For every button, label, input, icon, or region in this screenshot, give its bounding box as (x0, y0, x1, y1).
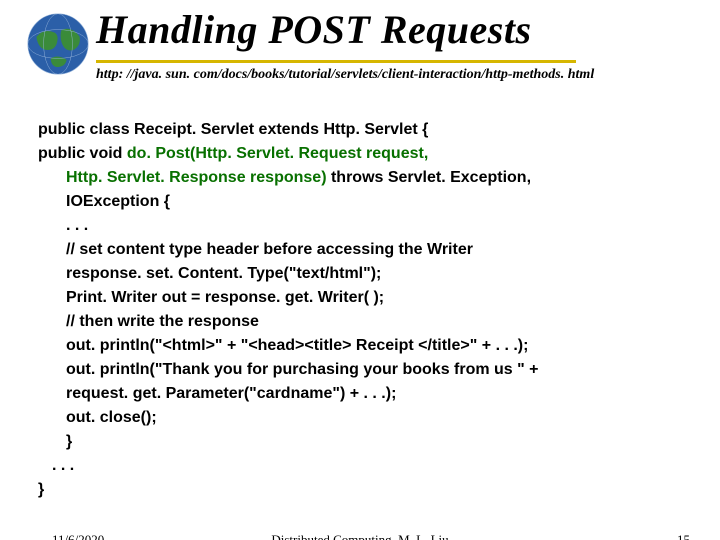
code-line: out. close(); (66, 409, 157, 426)
code-keyword: do. Post(Http. Servlet. Request request, (127, 145, 428, 162)
code-keyword: Http. Servlet. Response response) (66, 169, 327, 186)
code-line: response. set. Content. Type("text/html"… (66, 265, 381, 282)
code-line: public void (38, 145, 127, 162)
code-line: request. get. Parameter("cardname") + . … (66, 385, 396, 402)
title-underline (96, 60, 576, 63)
code-line: out. println("Thank you for purchasing y… (66, 361, 539, 378)
code-line: . . . (66, 217, 88, 234)
code-line: public class Receipt. Servlet extends Ht… (38, 121, 428, 138)
code-line: out. println("<html>" + "<head><title> R… (66, 337, 528, 354)
slide-title: Handling POST Requests (96, 6, 532, 53)
code-line: } (38, 481, 44, 498)
globe-icon (22, 8, 94, 80)
code-line: // then write the response (66, 313, 259, 330)
code-line: . . . (52, 457, 74, 474)
code-line: Print. Writer out = response. get. Write… (66, 289, 384, 306)
footer-page-number: 15 (677, 532, 690, 540)
code-line: throws Servlet. Exception, (327, 169, 532, 186)
slide-subtitle: http: //java. sun. com/docs/books/tutori… (96, 66, 616, 84)
code-block: public class Receipt. Servlet extends Ht… (38, 118, 698, 502)
code-line: } (66, 433, 72, 450)
code-line: // set content type header before access… (66, 241, 473, 258)
code-line: IOException { (66, 193, 170, 210)
footer-center: Distributed Computing, M. L. Liu (0, 532, 720, 540)
